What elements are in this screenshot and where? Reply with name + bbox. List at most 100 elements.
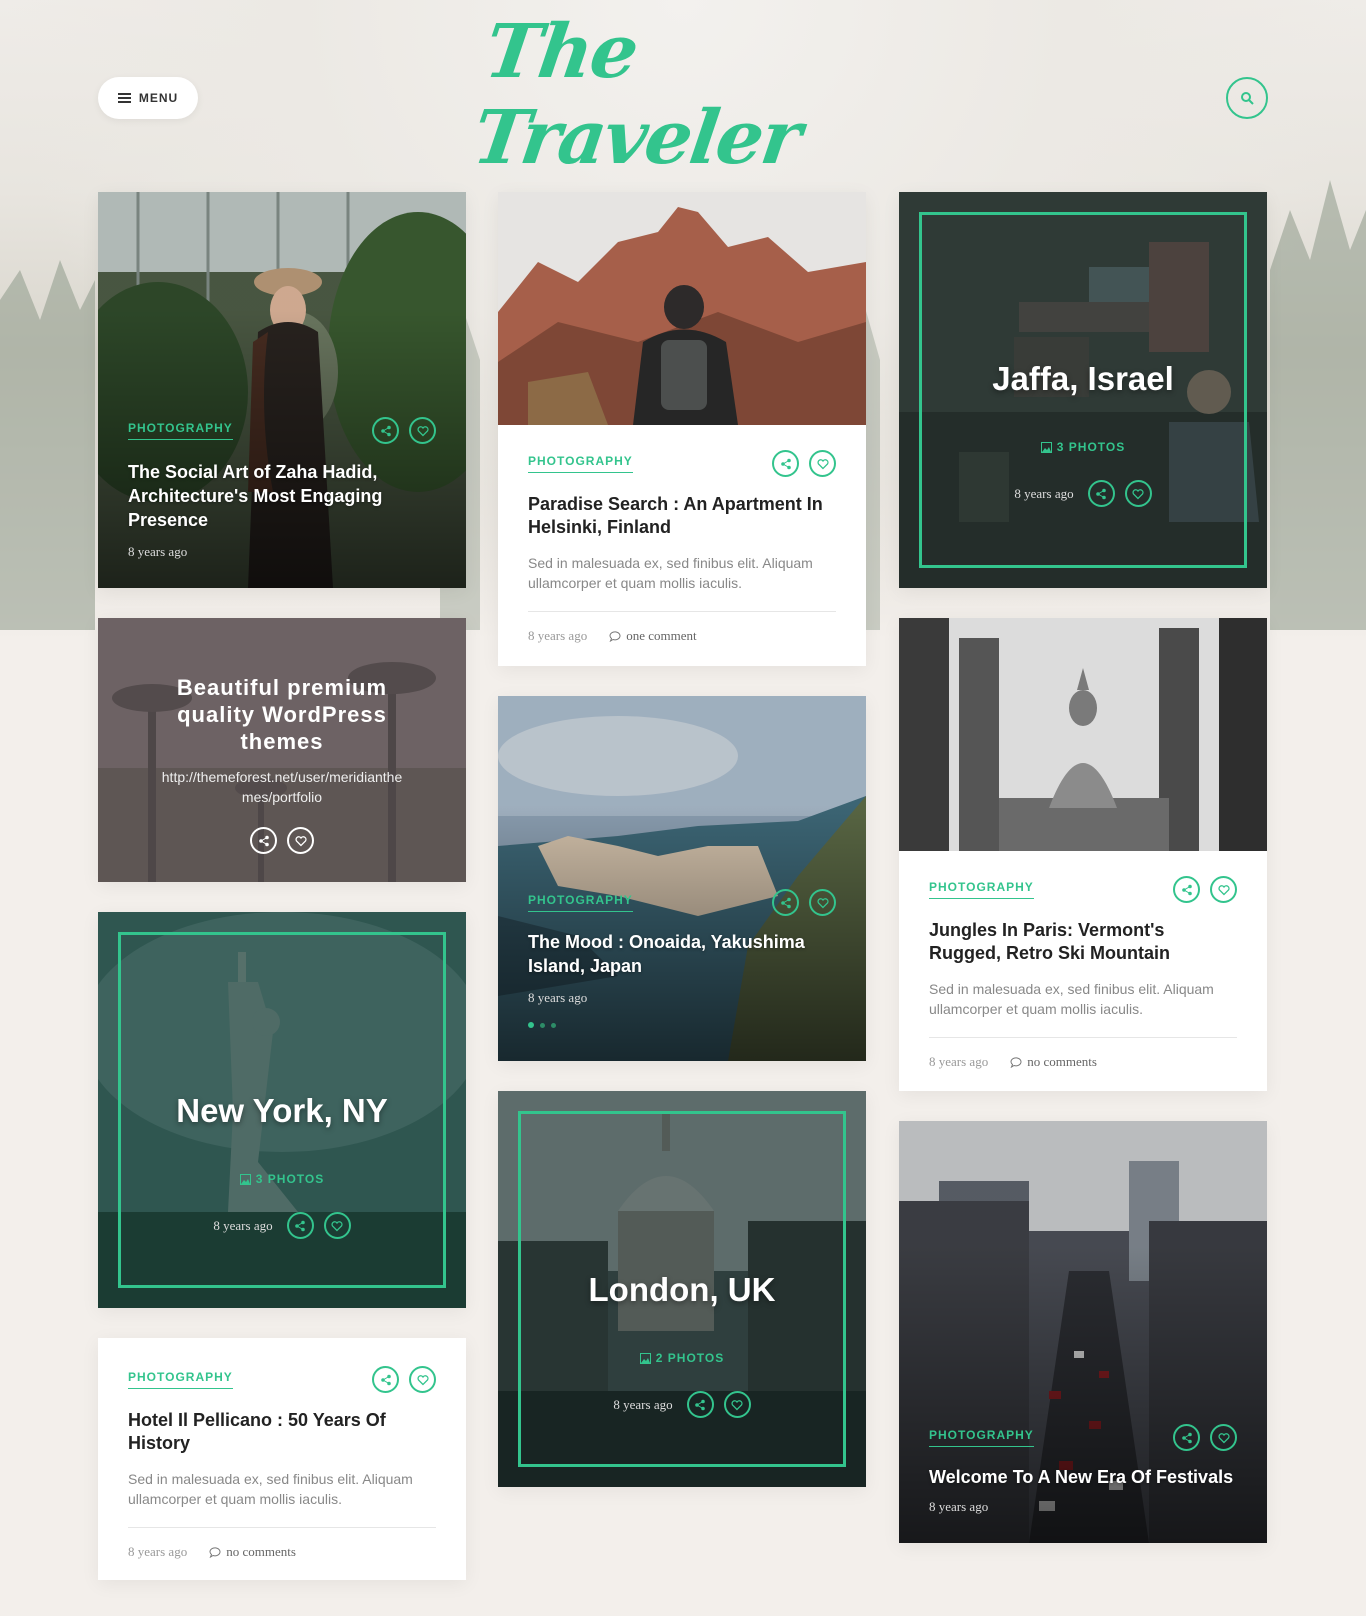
comment-icon [609, 630, 621, 642]
share-icon [780, 458, 791, 469]
slider-dot[interactable] [540, 1022, 545, 1028]
comments-link[interactable]: no comments [209, 1544, 296, 1560]
post-card-helsinki[interactable]: PHOTOGRAPHY Paradise Search : An Apartme… [498, 192, 866, 666]
promo-title: Beautiful premium quality WordPress them… [176, 675, 388, 754]
share-icon [1181, 884, 1192, 895]
post-card-festivals[interactable]: PHOTOGRAPHY Welcome To A New Era Of Fest… [899, 1121, 1267, 1543]
post-date: 8 years ago [1014, 485, 1074, 501]
like-button[interactable] [323, 1212, 351, 1239]
like-button[interactable] [409, 1366, 436, 1393]
search-icon [1241, 92, 1254, 105]
slider-dots[interactable] [528, 1022, 836, 1028]
like-button[interactable] [1210, 876, 1237, 903]
post-date: 8 years ago [128, 544, 188, 559]
gallery-card-jaffa[interactable]: Jaffa, Israel 3 PHOTOS 8 years ago [899, 192, 1267, 588]
gallery-title[interactable]: Jaffa, Israel [899, 360, 1267, 398]
post-date: 8 years ago [613, 1396, 673, 1412]
share-button[interactable] [1173, 876, 1200, 903]
site-logo[interactable]: The Traveler [468, 9, 887, 181]
menu-label: MENU [138, 91, 179, 105]
promo-card[interactable]: Beautiful premium quality WordPress them… [98, 618, 466, 882]
post-date: 8 years ago [528, 628, 588, 643]
share-button[interactable] [772, 889, 799, 916]
post-title[interactable]: Hotel Il Pellicano : 50 Years Of History [128, 1409, 388, 1455]
comments-link[interactable]: one comment [609, 628, 697, 644]
slider-dot[interactable] [551, 1022, 556, 1028]
like-button[interactable] [809, 450, 836, 477]
slider-dot-active[interactable] [528, 1022, 534, 1028]
post-card-zaha[interactable]: PHOTOGRAPHY The Social Art of Zaha Hadid… [98, 192, 466, 588]
share-icon [780, 897, 791, 908]
share-button[interactable] [250, 827, 277, 854]
post-excerpt: Sed in malesuada ex, sed finibus elit. A… [528, 555, 813, 591]
like-button[interactable] [809, 889, 836, 916]
like-button[interactable] [1124, 480, 1152, 507]
share-icon [1181, 1432, 1192, 1443]
like-button[interactable] [287, 827, 314, 854]
gallery-card-newyork[interactable]: New York, NY 3 PHOTOS 8 years ago [98, 912, 466, 1308]
hamburger-icon [117, 93, 131, 103]
category-label[interactable]: PHOTOGRAPHY [128, 1370, 233, 1389]
canyon-photo [498, 192, 866, 425]
share-button[interactable] [772, 450, 799, 477]
search-button[interactable] [1226, 77, 1268, 119]
photo-count: 3 PHOTOS [98, 1172, 466, 1186]
post-title[interactable]: Jungles In Paris: Vermont's Rugged, Retr… [929, 919, 1237, 965]
promo-url[interactable]: http://themeforest.net/user/meridianthem… [118, 767, 446, 807]
post-date: 8 years ago [128, 1544, 188, 1559]
post-date: 8 years ago [929, 1054, 989, 1069]
post-title[interactable]: Welcome To A New Era Of Festivals [929, 1465, 1237, 1489]
heart-icon [1132, 488, 1144, 499]
post-date: 8 years ago [929, 1499, 989, 1514]
share-icon [295, 1220, 305, 1231]
post-card-paris[interactable]: PHOTOGRAPHY Jungles In Paris: Vermont's … [899, 618, 1267, 1091]
share-icon [380, 425, 391, 436]
buddha-photo [899, 618, 1267, 851]
share-button[interactable] [1173, 1424, 1200, 1451]
image-icon [1040, 441, 1052, 453]
like-button[interactable] [409, 417, 436, 444]
gallery-title[interactable]: New York, NY [98, 1092, 466, 1130]
gallery-title[interactable]: London, UK [498, 1271, 866, 1309]
category-label[interactable]: PHOTOGRAPHY [929, 880, 1034, 899]
share-button[interactable] [1087, 480, 1115, 507]
heart-icon [416, 1374, 429, 1385]
divider [528, 611, 836, 612]
image-icon [639, 1352, 651, 1364]
gallery-card-london[interactable]: London, UK 2 PHOTOS 8 years ago [498, 1091, 866, 1487]
heart-icon [294, 835, 307, 846]
share-icon [380, 1374, 391, 1385]
share-icon [1096, 488, 1106, 499]
post-excerpt: Sed in malesuada ex, sed finibus elit. A… [128, 1471, 413, 1507]
image-icon [239, 1173, 251, 1185]
share-icon [695, 1399, 705, 1410]
post-title[interactable]: The Mood : Onoaida, Yakushima Island, Ja… [528, 930, 808, 978]
photo-count: 3 PHOTOS [899, 440, 1267, 454]
category-label[interactable]: PHOTOGRAPHY [929, 1428, 1034, 1447]
category-label[interactable]: PHOTOGRAPHY [128, 421, 233, 440]
like-button[interactable] [1210, 1424, 1237, 1451]
like-button[interactable] [723, 1391, 751, 1418]
share-button[interactable] [372, 1366, 399, 1393]
heart-icon [331, 1220, 343, 1231]
heart-icon [1217, 1432, 1230, 1443]
heart-icon [816, 458, 829, 469]
menu-button[interactable]: MENU [98, 77, 198, 119]
comments-count: no comments [226, 1544, 296, 1559]
comment-icon [1010, 1056, 1022, 1068]
post-card-yakushima[interactable]: PHOTOGRAPHY The Mood : Onoaida, Yakushim… [498, 696, 866, 1061]
post-title[interactable]: The Social Art of Zaha Hadid, Architectu… [128, 460, 388, 532]
comments-link[interactable]: no comments [1010, 1054, 1097, 1070]
comments-count: one comment [626, 628, 697, 643]
category-label[interactable]: PHOTOGRAPHY [528, 454, 633, 473]
category-label[interactable]: PHOTOGRAPHY [528, 893, 633, 912]
share-button[interactable] [286, 1212, 314, 1239]
post-card-pellicano[interactable]: PHOTOGRAPHY Hotel Il Pellicano : 50 Year… [98, 1338, 466, 1580]
divider [929, 1037, 1237, 1038]
post-title[interactable]: Paradise Search : An Apartment In Helsin… [528, 493, 836, 539]
share-button[interactable] [686, 1391, 714, 1418]
post-date: 8 years ago [213, 1217, 273, 1233]
heart-icon [1217, 884, 1230, 895]
share-button[interactable] [372, 417, 399, 444]
comment-icon [209, 1546, 221, 1558]
